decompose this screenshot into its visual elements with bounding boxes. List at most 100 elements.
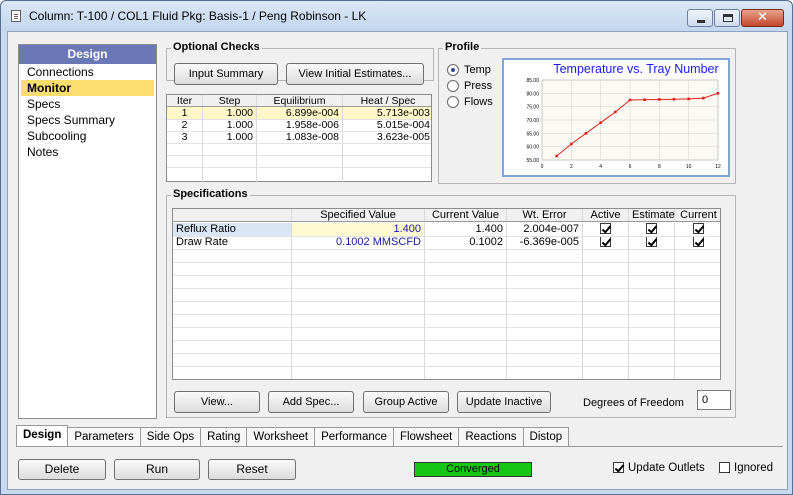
data-point: [658, 98, 661, 101]
current-checkbox[interactable]: [693, 236, 704, 248]
view-spec-button[interactable]: View...: [174, 391, 260, 413]
data-point: [599, 121, 602, 124]
design-nav: Design Connections Monitor Specs Specs S…: [18, 44, 157, 419]
radio-flows-dot[interactable]: [447, 96, 459, 108]
grid-line: [173, 301, 720, 302]
grid-line: [167, 143, 431, 144]
iteration-table-header: Iter Step Equilibrium Heat / Spec: [167, 95, 431, 107]
active-checkbox[interactable]: [600, 236, 611, 248]
table-row[interactable]: Draw Rate 0.1002 MMSCFD 0.1002 -6.369e-0…: [173, 236, 720, 249]
tab-worksheet[interactable]: Worksheet: [246, 427, 316, 446]
close-icon: ✕: [757, 10, 768, 25]
temperature-profile-plot[interactable]: 55.00 60.00 65.00 70.00 75.00 80.00 85.00 0 2 4 6 8…: [502, 58, 730, 177]
nav-item-specs-summary[interactable]: Specs Summary: [21, 112, 154, 128]
data-point: [614, 110, 617, 114]
tab-divider: [16, 446, 783, 447]
grid-line: [173, 353, 720, 354]
active-checkbox[interactable]: [600, 223, 611, 235]
empty-cell: [167, 143, 203, 183]
data-point: [687, 97, 690, 101]
grid-line: [173, 327, 720, 328]
tab-performance[interactable]: Performance: [314, 427, 394, 446]
input-summary-button[interactable]: Input Summary: [174, 63, 278, 85]
grid-line: [173, 288, 720, 289]
radio-press-dot[interactable]: [447, 80, 459, 92]
table-row[interactable]: 3 1.000 1.083e-008 3.623e-005: [167, 131, 431, 143]
y-tick-label: 85.00: [526, 78, 539, 84]
optional-checks-title: Optional Checks: [171, 41, 262, 53]
maximize-button[interactable]: [714, 9, 740, 27]
close-button[interactable]: ✕: [741, 9, 784, 27]
reset-button[interactable]: Reset: [208, 459, 296, 480]
delete-button[interactable]: Delete: [18, 459, 106, 480]
radio-press[interactable]: Press: [447, 80, 492, 92]
tab-side-ops[interactable]: Side Ops: [139, 427, 202, 446]
radio-temp[interactable]: Temp: [447, 64, 491, 76]
grid-line: [167, 119, 431, 120]
estimate-checkbox[interactable]: [646, 236, 657, 248]
add-spec-button[interactable]: Add Spec...: [268, 391, 354, 413]
x-tick-label: 4: [599, 164, 602, 170]
view-initial-estimates-button[interactable]: View Initial Estimates...: [286, 63, 424, 85]
current-checkbox[interactable]: [693, 223, 704, 235]
iter-cell: 2: [167, 119, 203, 131]
table-row[interactable]: Reflux Ratio 1.400 1.400 2.004e-007: [173, 223, 720, 236]
minimize-icon: [697, 20, 705, 23]
title-bar[interactable]: Column: T-100 / COL1 Fluid Pkg: Basis-1 …: [1, 1, 792, 31]
nav-item-specs[interactable]: Specs: [21, 96, 154, 112]
degrees-of-freedom-field[interactable]: 0: [697, 390, 731, 410]
column-window: Column: T-100 / COL1 Fluid Pkg: Basis-1 …: [0, 0, 793, 495]
update-outlets-checkbox[interactable]: Update Outlets: [613, 462, 705, 474]
tab-design[interactable]: Design: [16, 425, 69, 446]
ignored-checkbox[interactable]: Ignored: [719, 462, 773, 474]
y-tick-label: 55.00: [526, 158, 539, 164]
window-icon: [11, 10, 21, 22]
tab-distop[interactable]: Distop: [522, 427, 570, 446]
iter-cell: 3: [167, 131, 203, 143]
col-header-current-value: Current Value: [425, 209, 507, 221]
nav-item-monitor[interactable]: Monitor: [21, 80, 154, 96]
col-header-wt-error: Wt. Error: [507, 209, 583, 221]
heat-spec-cell: 3.623e-005: [376, 131, 430, 143]
y-tick-label: 70.00: [526, 118, 539, 124]
equilibrium-cell: 1.083e-008: [257, 131, 343, 143]
group-active-button[interactable]: Group Active: [363, 391, 449, 413]
radio-flows[interactable]: Flows: [447, 96, 493, 108]
tab-flowsheet[interactable]: Flowsheet: [392, 427, 460, 446]
active-cell: [583, 236, 629, 249]
data-point: [716, 92, 720, 95]
run-button[interactable]: Run: [114, 459, 200, 480]
table-row[interactable]: 1 1.000 6.899e-004 5.713e-003: [167, 107, 431, 119]
table-row[interactable]: 2 1.000 1.958e-006 5.015e-004: [167, 119, 431, 131]
specified-value-input[interactable]: 1.400: [292, 223, 425, 236]
nav-item-subcooling[interactable]: Subcooling: [21, 128, 154, 144]
minimize-button[interactable]: [687, 9, 713, 27]
nav-item-connections[interactable]: Connections: [21, 64, 154, 80]
ignored-check[interactable]: [719, 462, 730, 473]
specified-value-input[interactable]: 0.1002 MMSCFD: [292, 236, 425, 249]
specifications-title: Specifications: [171, 188, 250, 200]
current-value-cell: 0.1002: [425, 236, 507, 249]
col-header-step: Step: [203, 95, 257, 107]
tab-rating[interactable]: Rating: [200, 427, 248, 446]
radio-temp-dot[interactable]: [447, 64, 459, 76]
estimate-checkbox[interactable]: [646, 223, 657, 235]
x-tick-label: 12: [715, 164, 721, 170]
grid-line: [167, 131, 431, 132]
nav-item-notes[interactable]: Notes: [21, 144, 154, 160]
update-inactive-button[interactable]: Update Inactive: [457, 391, 551, 413]
tab-reactions[interactable]: Reactions: [458, 427, 524, 446]
temperature-chart-svg: 55.00 60.00 65.00 70.00 75.00 80.00 85.00 0 2 4 6 8…: [526, 62, 721, 170]
tab-parameters[interactable]: Parameters: [67, 427, 141, 446]
current-cell: [675, 236, 720, 249]
profile-title: Profile: [443, 41, 482, 53]
grid-line: [173, 340, 720, 341]
data-point: [628, 98, 632, 102]
grid-line: [173, 366, 720, 367]
radio-temp-label: Temp: [464, 64, 491, 76]
data-point: [672, 97, 676, 101]
empty-cell: [203, 143, 257, 183]
update-outlets-check[interactable]: [613, 462, 624, 473]
grid-line: [173, 314, 720, 315]
grid-line: [167, 167, 431, 168]
